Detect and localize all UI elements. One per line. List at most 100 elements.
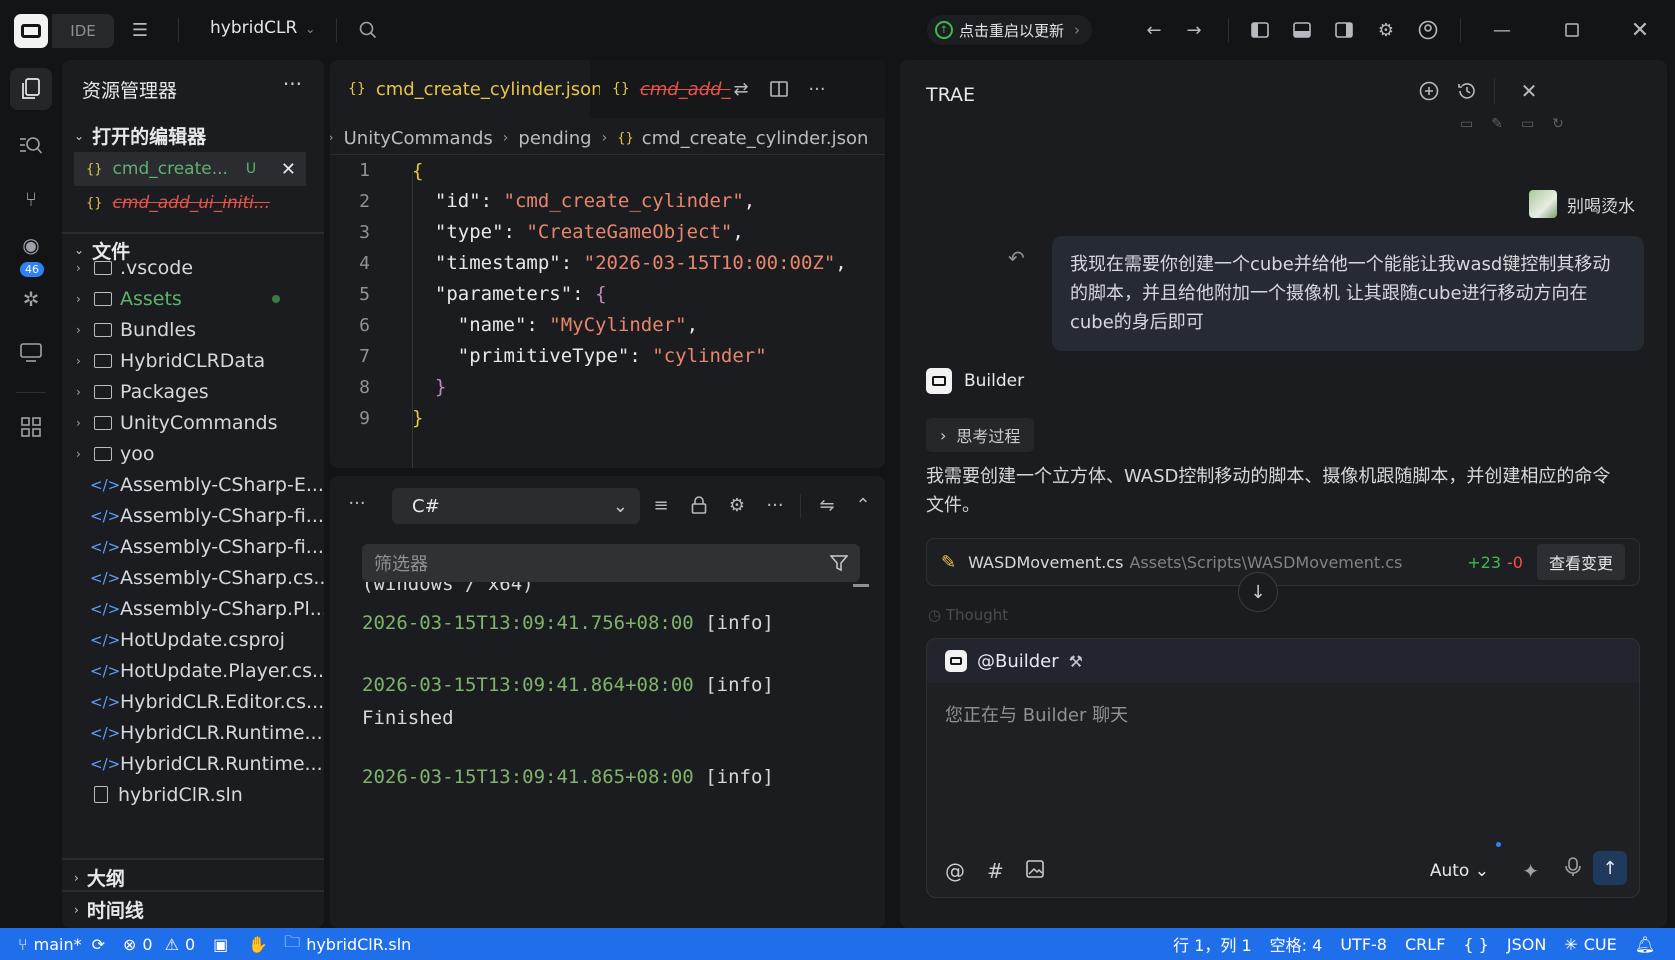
file-item[interactable]: </> Assembly-CSharp-fi... [76,500,324,531]
branch-status[interactable]: ⑂ main* [18,935,82,954]
lock-scroll-icon[interactable] [686,492,712,518]
editor-tab-active[interactable]: {} cmd_create_cylinder.json ✕ [330,60,628,118]
more-actions-icon[interactable]: ··· [283,72,302,96]
close-window-icon[interactable]: ✕ [1628,18,1652,43]
explorer-icon[interactable] [10,68,52,110]
outline-header[interactable]: › 大纲 [74,864,125,891]
output-settings-gear-icon[interactable]: ⚙ [724,492,750,518]
close-panel-icon[interactable]: ✕ [1516,78,1542,104]
encoding[interactable]: UTF-8 [1340,935,1387,954]
code-line[interactable]: 9} [330,402,885,434]
folder-item[interactable]: › yoo [76,438,155,469]
tools-icon[interactable]: ⚒ [1069,652,1083,671]
problems-status[interactable]: ⊗ 0 ⚠ 0 [123,935,195,954]
close-editor-icon[interactable]: ✕ [281,159,296,180]
split-editor-icon[interactable] [766,76,792,102]
model-mode-select[interactable]: Auto ⌄ [1430,861,1489,881]
cue-extension[interactable]: ✳ CUE [1564,935,1616,954]
hand-icon[interactable]: ✋ [248,935,268,954]
end-of-line[interactable]: CRLF [1405,935,1445,954]
send-button[interactable]: ↑ [1593,851,1627,885]
panel-layout-icon[interactable]: ⇋ [814,492,840,518]
open-editor-item[interactable]: {} cmd_add_ui_initi... [74,186,306,220]
code-line[interactable]: 8 } [330,371,885,403]
thinking-process-toggle[interactable]: › 思考过程 [926,418,1035,452]
language-mode[interactable]: JSON [1507,935,1546,954]
account-icon[interactable] [1416,18,1440,42]
code-line[interactable]: 5 "parameters": { [330,278,885,310]
ide-mode-label[interactable]: IDE [52,14,114,48]
project-switcher[interactable]: hybridCLR ⌄ [210,18,315,38]
folder-item[interactable]: › Packages [76,376,209,407]
new-chat-icon[interactable] [1416,78,1442,104]
clear-output-icon[interactable]: ≡ [648,492,674,518]
code-line[interactable]: 1{ [330,154,885,186]
code-line[interactable]: 3 "type": "CreateGameObject", [330,216,885,248]
undo-icon[interactable]: ↶ [1008,246,1025,270]
breadcrumb-item[interactable]: UnityCommands [344,128,493,149]
open-editor-item[interactable]: {} cmd_create... U ✕ [74,152,306,186]
output-channel-select[interactable]: C# ⌄ [392,488,640,524]
cursor-position[interactable]: 行 1，列 1 [1173,932,1252,956]
folder-item[interactable]: › Bundles [76,314,196,345]
more-actions-icon[interactable]: ··· [762,492,788,518]
history-icon[interactable] [1454,78,1480,104]
restart-to-update-button[interactable]: ↑ 点击重启以更新 › [927,15,1093,45]
file-item[interactable]: hybridClR.sln [76,779,243,810]
filter-icon[interactable] [830,554,848,572]
debug-icon[interactable]: ✲ [10,278,52,320]
ports-icon[interactable]: ▣ [213,935,228,954]
settings-gear-icon[interactable]: ⚙ [1374,18,1398,42]
code-line[interactable]: 7 "primitiveType": "cylinder" [330,340,885,372]
forward-arrow-icon[interactable]: → [1182,18,1206,42]
maximize-icon[interactable] [1560,18,1584,42]
chat-input-placeholder[interactable]: 您正在与 Builder 聊天 [945,701,1128,727]
output-filter-input[interactable]: 筛选器 [362,544,860,582]
menu-icon[interactable]: ☰ [128,18,152,42]
notifications-bell-icon[interactable]: 🔔︎ [1635,935,1655,954]
indentation[interactable]: 空格: 4 [1270,932,1323,956]
toggle-left-panel-icon[interactable] [1248,18,1272,42]
source-control-icon[interactable]: ⑂ [10,178,52,220]
folder-item[interactable]: › Assets [76,283,280,314]
code-line[interactable]: 4 "timestamp": "2026-03-15T10:00:00Z", [330,247,885,279]
timeline-header[interactable]: › 时间线 [74,896,144,923]
search-files-icon[interactable] [10,124,52,166]
code-line[interactable]: 6 "name": "MyCylinder", [330,309,885,341]
more-actions-icon[interactable]: ··· [346,492,368,514]
folder-item[interactable]: › HybridCLRData [76,345,265,376]
back-arrow-icon[interactable]: ← [1142,18,1166,42]
search-icon[interactable] [356,18,380,42]
file-item[interactable]: </> Assembly-CSharp-fi... [76,531,324,562]
hash-context-icon[interactable]: # [987,859,1004,883]
file-item[interactable]: </> HotUpdate.csproj [76,624,285,655]
chat-input-box[interactable]: @Builder ⚒ 您正在与 Builder 聊天 @ # Auto ⌄ ✦ … [926,638,1640,898]
braces-icon[interactable]: { } [1463,935,1488,954]
extensions-icon[interactable] [10,406,52,448]
editor-tab[interactable]: {} cmd_add_ [600,60,731,118]
compare-icon[interactable]: ⇄ [728,76,754,102]
file-item[interactable]: </> HybridCLR.Editor.cs... [76,686,324,717]
file-item[interactable]: </> HotUpdate.Player.cs... [76,655,324,686]
preview-eye-icon[interactable]: ◉ [10,224,52,266]
enhance-sparkle-icon[interactable]: ✦ [1522,859,1539,883]
file-item[interactable]: </> Assembly-CSharp.Pl... [76,593,324,624]
toggle-right-panel-icon[interactable] [1332,18,1356,42]
file-item[interactable]: </> HybridCLR.Runtime... [76,717,323,748]
solution-status[interactable]: 🗀 hybridClR.sln [284,931,411,958]
more-actions-icon[interactable]: ··· [804,76,830,102]
toggle-bottom-panel-icon[interactable] [1290,18,1314,42]
microphone-icon[interactable] [1565,857,1581,881]
mention-at-icon[interactable]: @ [945,859,965,883]
breadcrumb-item[interactable]: cmd_create_cylinder.json [642,128,869,149]
file-item[interactable]: </> Assembly-CSharp-E... [76,469,324,500]
view-changes-button[interactable]: 查看变更 [1536,544,1625,580]
image-upload-icon[interactable] [1025,859,1044,883]
breadcrumb-item[interactable]: pending [518,128,591,149]
scroll-down-icon[interactable]: ↓ [1238,572,1278,612]
sync-icon[interactable]: ⟳ [92,935,105,954]
code-line[interactable]: 2 "id": "cmd_create_cylinder", [330,185,885,217]
folder-item[interactable]: › .vscode [76,252,193,283]
minimize-icon[interactable]: — [1490,18,1514,42]
changed-file-card[interactable]: ✎ WASDMovement.cs Assets\Scripts\WASDMov… [926,538,1640,586]
